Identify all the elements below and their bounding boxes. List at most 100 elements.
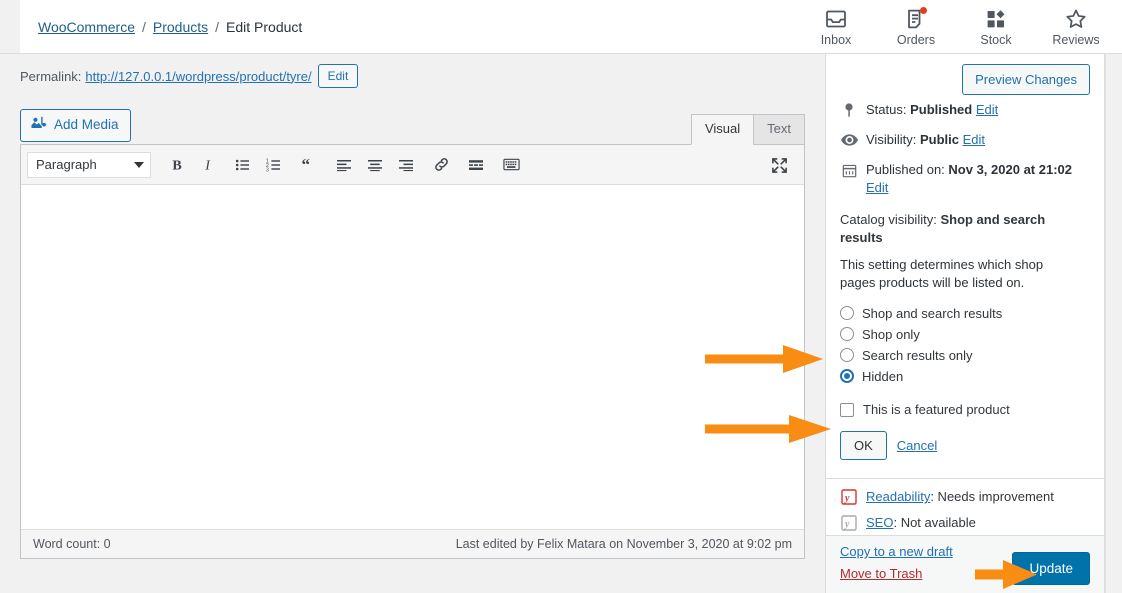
blockquote-icon[interactable]: “	[294, 150, 324, 180]
insert-link-icon[interactable]	[426, 150, 456, 180]
cancel-link[interactable]: Cancel	[897, 438, 937, 453]
last-edited-text: Last edited by Felix Matara on November …	[455, 537, 792, 551]
radio-shop-and-search-results[interactable]: Shop and search results	[840, 304, 1090, 322]
toolbar-toggle-icon[interactable]	[496, 150, 526, 180]
orders-icon	[904, 6, 928, 31]
bulleted-list-icon[interactable]	[228, 150, 258, 180]
permalink-label: Permalink:	[20, 68, 82, 84]
seo-status: : Not available	[893, 515, 976, 530]
checkbox-indicator	[840, 402, 854, 417]
catalog-visibility-actions: OK Cancel	[826, 417, 1104, 460]
radio-search-results-only[interactable]: Search results only	[840, 346, 1090, 364]
radio-indicator	[840, 327, 854, 341]
published-text: Published on: Nov 3, 2020 at 21:02 Edit	[866, 161, 1090, 197]
svg-text:3: 3	[266, 167, 269, 173]
status-text: Status: Published Edit	[866, 101, 998, 119]
align-left-icon[interactable]	[329, 150, 359, 180]
svg-text:y: y	[844, 519, 850, 530]
radio-label: Hidden	[862, 368, 904, 384]
preview-changes-button[interactable]: Preview Changes	[962, 64, 1090, 95]
svg-text:I: I	[204, 157, 211, 172]
format-select[interactable]: Paragraph	[27, 151, 151, 178]
radio-label: Search results only	[862, 347, 973, 363]
breadcrumb-woocommerce[interactable]: WooCommerce	[38, 19, 135, 35]
topnav-item-inbox[interactable]: Inbox	[796, 0, 876, 54]
breadcrumb-products[interactable]: Products	[153, 19, 208, 35]
catalog-visibility-description: This setting determines which shop pages…	[840, 257, 1044, 290]
editor-toolbar: Paragraph B I 1 2 3 “	[21, 145, 804, 185]
word-count: Word count: 0	[33, 537, 111, 551]
yoast-seo-text: SEO: Not available	[866, 515, 976, 530]
published-edit-link[interactable]: Edit	[866, 180, 888, 195]
topnav-label-orders: Orders	[896, 32, 936, 47]
breadcrumb-separator-2: /	[215, 18, 220, 35]
yoast-readability-row: y Readability: Needs improvement	[826, 479, 1104, 505]
right-scroll-gutter[interactable]	[1105, 54, 1122, 593]
readability-status: : Needs improvement	[930, 489, 1054, 504]
top-bar: WooCommerce / Products / Edit Product In…	[0, 0, 1122, 54]
editor-box: Paragraph B I 1 2 3 “ Word count: 0 Last…	[20, 144, 805, 559]
permalink-row: Permalink: http://127.0.0.1/wordpress/pr…	[20, 62, 359, 90]
fullscreen-icon[interactable]	[764, 150, 794, 180]
pin-icon	[840, 101, 858, 119]
radio-hidden[interactable]: Hidden	[840, 367, 1090, 385]
status-edit-link[interactable]: Edit	[976, 102, 998, 117]
editor-content-area[interactable]	[21, 185, 804, 529]
status-label: Status:	[866, 102, 907, 117]
permalink-url[interactable]: http://127.0.0.1/wordpress/product/tyre/	[85, 69, 311, 84]
yoast-seo-row: y SEO: Not available	[826, 505, 1104, 531]
breadcrumb-current: Edit Product	[226, 18, 303, 35]
publish-footer-actions: Copy to a new draft Move to Trash Update	[826, 535, 1104, 593]
editor-status-bar: Word count: 0 Last edited by Felix Matar…	[21, 529, 804, 558]
calendar-icon	[840, 161, 858, 179]
topnav-item-stock[interactable]: Stock	[956, 0, 1036, 54]
wordpress-edit-product-screen: WooCommerce / Products / Edit Product In…	[0, 0, 1122, 593]
topnav-item-reviews[interactable]: Reviews	[1036, 0, 1116, 54]
tab-text[interactable]: Text	[753, 114, 805, 145]
radio-indicator	[840, 306, 854, 320]
add-media-button[interactable]: Add Media	[20, 108, 131, 142]
yoast-seo-icon: y	[840, 514, 857, 531]
featured-product-checkbox[interactable]: This is a featured product	[826, 388, 1104, 417]
seo-link[interactable]: SEO	[866, 515, 893, 530]
stock-icon	[984, 7, 1008, 31]
yoast-readability-icon: y	[840, 488, 857, 505]
tab-visual[interactable]: Visual	[690, 114, 755, 145]
permalink-edit-button[interactable]: Edit	[317, 64, 359, 88]
catalog-visibility-header: Catalog visibility: Shop and search resu…	[826, 203, 1104, 247]
italic-icon[interactable]: I	[193, 150, 223, 180]
content-editor: Add Media Visual Text Paragraph B I 1 2 …	[20, 106, 805, 559]
align-right-icon[interactable]	[391, 150, 421, 180]
catalog-visibility-label: Catalog visibility:	[840, 212, 937, 227]
visibility-label: Visibility:	[866, 132, 917, 147]
featured-product-label: This is a featured product	[863, 402, 1010, 417]
numbered-list-icon[interactable]: 1 2 3	[259, 150, 289, 180]
update-button[interactable]: Update	[1012, 552, 1090, 585]
top-nav-icons: Inbox Orders Stock Reviews	[796, 0, 1122, 54]
editor-media-row: Add Media Visual Text	[20, 106, 805, 145]
svg-text:“: “	[302, 157, 311, 173]
bold-icon[interactable]: B	[162, 150, 192, 180]
read-more-icon[interactable]	[461, 150, 491, 180]
topnav-label-inbox: Inbox	[820, 32, 852, 47]
ok-button[interactable]: OK	[840, 431, 887, 460]
visibility-value: Public	[919, 132, 959, 147]
radio-indicator	[840, 348, 854, 362]
topnav-item-orders[interactable]: Orders	[876, 0, 956, 54]
topnav-label-stock: Stock	[980, 32, 1012, 47]
published-value: Nov 3, 2020 at 21:02	[948, 162, 1072, 177]
radio-label: Shop only	[862, 326, 920, 342]
visibility-text: Visibility: Public Edit	[866, 131, 985, 149]
reviews-star-icon	[1064, 7, 1088, 31]
svg-text:B: B	[172, 157, 181, 172]
align-center-icon[interactable]	[360, 150, 390, 180]
radio-shop-only[interactable]: Shop only	[840, 325, 1090, 343]
yoast-readability-text: Readability: Needs improvement	[866, 489, 1054, 504]
breadcrumb: WooCommerce / Products / Edit Product	[20, 19, 302, 35]
radio-label: Shop and search results	[862, 305, 1003, 321]
catalog-visibility-options: Shop and search results Shop only Search…	[826, 292, 1104, 385]
readability-link[interactable]: Readability	[866, 489, 930, 504]
main-content-column: Permalink: http://127.0.0.1/wordpress/pr…	[20, 54, 825, 593]
add-media-icon	[30, 115, 47, 136]
visibility-edit-link[interactable]: Edit	[963, 132, 985, 147]
